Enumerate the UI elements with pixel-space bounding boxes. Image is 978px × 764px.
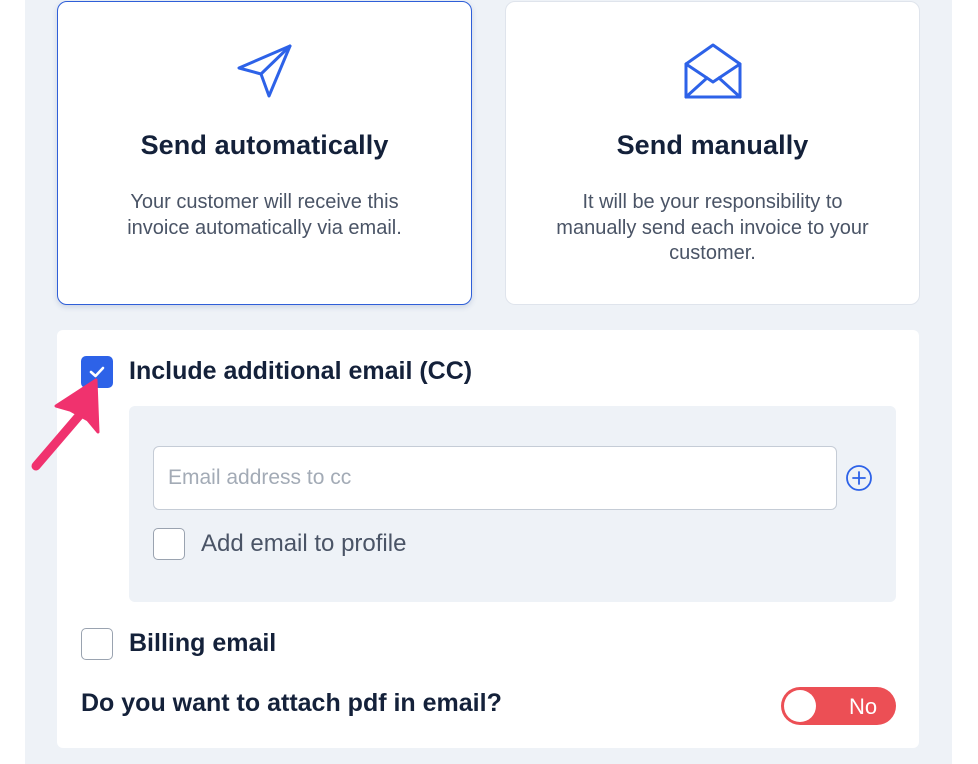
add-email-to-profile-checkbox[interactable] <box>153 528 185 560</box>
cc-email-group: Add email to profile <box>129 406 896 602</box>
billing-email-checkbox[interactable] <box>81 628 113 660</box>
cc-email-input[interactable] <box>153 446 837 510</box>
include-cc-checkbox[interactable] <box>81 356 113 388</box>
send-manually-card[interactable]: Send manually It will be your responsibi… <box>505 1 920 305</box>
billing-email-label: Billing email <box>129 629 277 657</box>
send-manually-description: It will be your responsibility to manual… <box>556 191 869 264</box>
include-cc-label: Include additional email (CC) <box>129 357 473 385</box>
paper-plane-icon <box>235 42 295 102</box>
attach-pdf-question: Do you want to attach pdf in email? <box>81 689 502 717</box>
plus-circle-icon[interactable] <box>845 464 873 492</box>
toggle-state-label: No <box>849 694 878 719</box>
email-options-section: Include additional email (CC) Add email … <box>57 330 919 748</box>
checkmark-icon <box>89 366 105 378</box>
send-manually-title: Send manually <box>616 130 809 160</box>
toggle-knob <box>784 690 816 722</box>
send-automatically-card[interactable]: Send automatically Your customer will re… <box>57 1 472 305</box>
send-automatically-description: Your customer will receive this invoice … <box>127 191 402 239</box>
open-envelope-icon <box>683 42 743 102</box>
add-email-to-profile-label: Add email to profile <box>201 530 407 557</box>
send-automatically-title: Send automatically <box>140 130 389 160</box>
attach-pdf-toggle[interactable]: No <box>781 687 896 725</box>
